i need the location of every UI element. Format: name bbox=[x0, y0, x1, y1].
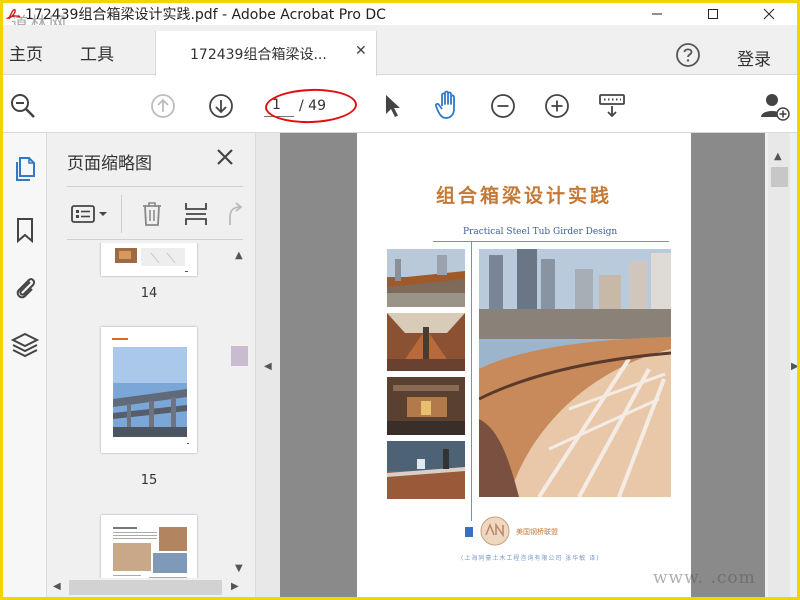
next-page-button[interactable] bbox=[206, 91, 236, 121]
page-thumbnail-label: 14 bbox=[140, 286, 158, 301]
photo-construction-4 bbox=[387, 441, 465, 499]
arrow-up-circle-icon bbox=[151, 94, 175, 118]
photo-steel-tub-girder bbox=[479, 249, 671, 497]
page-display-button[interactable] bbox=[595, 90, 629, 122]
options-menu-icon bbox=[71, 205, 107, 223]
bookmark-icon bbox=[17, 218, 33, 244]
document-tab-close-button[interactable]: ✕ bbox=[355, 43, 367, 59]
close-icon[interactable] bbox=[215, 147, 235, 167]
photo-divider bbox=[471, 241, 472, 521]
left-navigation-rail bbox=[3, 133, 47, 597]
window-title: 172439组合箱梁设计实践.pdf - Adobe Acrobat Pro D… bbox=[25, 7, 386, 23]
help-icon[interactable] bbox=[675, 42, 701, 68]
scroll-right-arrow[interactable]: ▶ bbox=[231, 581, 239, 592]
document-tab-label: 172439组合箱梁设... bbox=[190, 47, 327, 63]
page-thumbnail-14[interactable] bbox=[101, 243, 197, 276]
rail-item-attachments[interactable] bbox=[3, 267, 47, 307]
maximize-icon bbox=[708, 9, 718, 19]
scrollbar-thumb[interactable] bbox=[69, 580, 222, 595]
page-split-icon bbox=[185, 203, 207, 225]
scrollbar-thumb[interactable] bbox=[771, 167, 788, 187]
document-viewport[interactable]: ◀ 组合箱梁设计实践 Practical Steel Tub Girder De… bbox=[256, 133, 797, 597]
close-button[interactable] bbox=[741, 3, 797, 25]
publisher-name: 美国钢桥联盟 bbox=[516, 528, 558, 536]
home-tab[interactable]: 主页 bbox=[9, 40, 43, 65]
panel-collapse-strip[interactable]: ◀ bbox=[256, 133, 280, 597]
document-title: 组合箱梁设计实践 bbox=[435, 185, 612, 207]
pages-icon bbox=[16, 157, 35, 181]
add-user-icon bbox=[761, 94, 790, 121]
page-thumbnail-image bbox=[112, 338, 189, 444]
thumbnail-options-button[interactable] bbox=[67, 199, 113, 229]
scrollbar-track: ▲ bbox=[768, 133, 790, 597]
nsba-logo-icon bbox=[480, 516, 510, 546]
arrow-down-circle-icon bbox=[209, 94, 233, 118]
expand-right-arrow-icon[interactable]: ▶ bbox=[791, 361, 797, 372]
thumbnail-horizontal-scrollbar[interactable]: ◀ ▶ bbox=[47, 578, 249, 597]
pdf-page-1: 组合箱梁设计实践 Practical Steel Tub Girder Desi… bbox=[357, 133, 691, 597]
minus-circle-icon bbox=[491, 94, 515, 118]
title-rule bbox=[433, 241, 669, 242]
document-subtitle: Practical Steel Tub Girder Design bbox=[463, 227, 618, 237]
thumbnail-list[interactable]: 14 15 bbox=[47, 243, 230, 578]
page-thumbnails-panel: 页面缩略图 14 15 ▲ ▼ ◀ ▶ bbox=[47, 133, 256, 597]
close-icon bbox=[763, 8, 775, 20]
rail-item-bookmarks[interactable] bbox=[3, 210, 47, 250]
plus-circle-icon bbox=[545, 94, 569, 118]
scroll-down-arrow[interactable]: ▼ bbox=[235, 563, 243, 574]
layers-icon bbox=[11, 332, 39, 358]
cursor-arrow-icon bbox=[386, 95, 400, 117]
delete-page-button[interactable] bbox=[137, 199, 167, 229]
minimize-icon bbox=[652, 13, 662, 15]
collapse-left-arrow-icon[interactable]: ◀ bbox=[264, 361, 272, 372]
add-user-button[interactable] bbox=[757, 90, 791, 122]
tools-tab[interactable]: 工具 bbox=[80, 40, 114, 65]
previous-page-button[interactable] bbox=[148, 91, 178, 121]
rotate-icon bbox=[229, 202, 243, 225]
translator-credit: (上海同豪土木工程咨询有限公司 张华敏 译) bbox=[461, 555, 600, 562]
login-button[interactable]: 登录 bbox=[737, 45, 771, 70]
select-tool-button[interactable] bbox=[377, 90, 407, 122]
rotate-page-button[interactable] bbox=[221, 199, 245, 229]
hand-tool-button[interactable] bbox=[431, 88, 465, 122]
extract-page-button[interactable] bbox=[181, 199, 211, 229]
tab-bar: 主页 工具 172439组合箱梁设... ✕ 登录 bbox=[3, 25, 797, 76]
rail-item-page-thumbnails[interactable] bbox=[3, 149, 47, 189]
scrollbar-thumb[interactable] bbox=[231, 346, 248, 366]
trash-icon bbox=[143, 202, 161, 226]
scroll-left-arrow[interactable]: ◀ bbox=[53, 581, 61, 592]
page-thumbnail-15[interactable] bbox=[101, 327, 197, 453]
toolbar-divider bbox=[121, 195, 122, 233]
zoom-out-button[interactable] bbox=[488, 91, 518, 121]
document-tab[interactable]: 172439组合箱梁设... ✕ bbox=[155, 31, 377, 76]
page-thumbnail-image bbox=[113, 527, 187, 578]
keyboard-dropdown-icon bbox=[599, 94, 625, 118]
page-thumbnail-16[interactable] bbox=[101, 515, 197, 578]
panel-toolbar bbox=[67, 186, 243, 240]
photo-construction-3 bbox=[387, 377, 465, 435]
footer-mark bbox=[465, 527, 473, 537]
photo-construction-2 bbox=[387, 313, 465, 371]
maximize-button[interactable] bbox=[685, 3, 741, 25]
acrobat-icon bbox=[5, 6, 22, 22]
hand-icon bbox=[434, 90, 455, 119]
minimize-button[interactable] bbox=[629, 3, 685, 25]
page-thumbnail-label: 15 bbox=[140, 473, 158, 488]
acrobat-window: 172439组合箱梁设计实践.pdf - Adobe Acrobat Pro D… bbox=[3, 3, 797, 597]
zoom-in-button[interactable] bbox=[542, 91, 572, 121]
zoom-search-icon bbox=[11, 94, 35, 118]
page-thumbnail-image bbox=[115, 248, 188, 272]
document-vertical-scrollbar[interactable]: ▲ ▶ bbox=[765, 133, 797, 597]
search-button[interactable] bbox=[7, 90, 39, 122]
scroll-up-arrow[interactable]: ▲ bbox=[235, 250, 243, 261]
panel-title: 页面缩略图 bbox=[67, 154, 152, 174]
window-controls bbox=[629, 3, 797, 25]
title-bar: 172439组合箱梁设计实践.pdf - Adobe Acrobat Pro D… bbox=[3, 3, 797, 25]
rail-item-layers[interactable] bbox=[3, 325, 47, 365]
thumbnail-vertical-scrollbar[interactable]: ▲ ▼ bbox=[230, 248, 249, 578]
toolbar: 1 / 49 bbox=[3, 76, 797, 133]
photo-construction-1 bbox=[387, 249, 465, 307]
scroll-up-arrow[interactable]: ▲ bbox=[774, 151, 782, 162]
paperclip-icon bbox=[16, 278, 36, 299]
